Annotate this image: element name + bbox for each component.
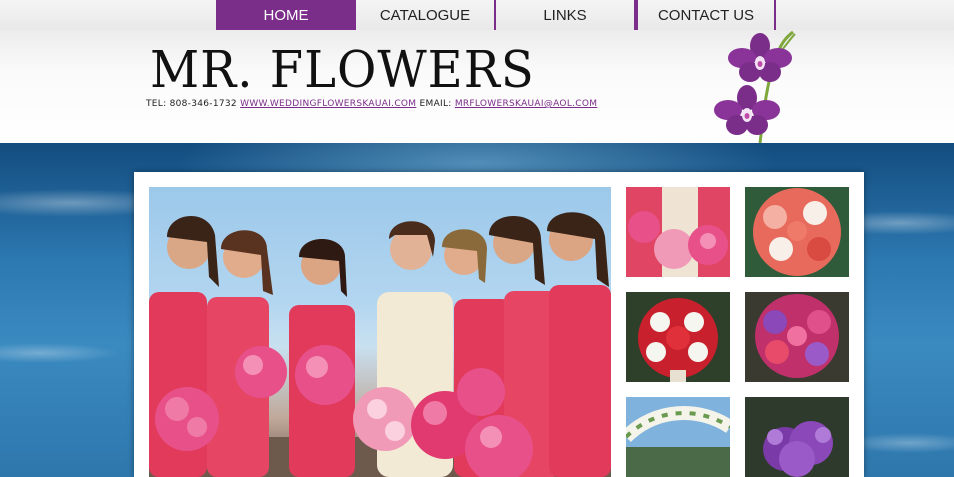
thumb-bridesmaid-bouquets[interactable] — [626, 187, 730, 277]
email-label: EMAIL: — [419, 99, 452, 109]
coral-lily-bouquet-image — [745, 187, 849, 277]
purple-pink-bouquet-image — [745, 292, 849, 382]
bridesmaid-bouquets-image — [626, 187, 730, 277]
thumb-purple-pink-bouquet[interactable] — [745, 292, 849, 382]
orchid-logo-icon — [714, 30, 796, 143]
website-link[interactable]: WWW.WEDDINGFLOWERSKAUAI.COM — [240, 99, 416, 109]
nav-contact-us[interactable]: CONTACT US — [636, 0, 776, 30]
bridal-party-photo[interactable] — [149, 187, 611, 477]
bridesmaid-6 — [547, 212, 611, 477]
thumb-red-white-bouquet[interactable] — [626, 292, 730, 382]
site-header: MR. FLOWERS TEL: 808-346-1732 WWW.WEDDIN… — [0, 30, 954, 143]
top-nav: HOME CATALOGUE LINKS CONTACT US — [0, 0, 954, 30]
bridal-party-illustration — [149, 212, 611, 477]
thumb-coral-lily-bouquet[interactable] — [745, 187, 849, 277]
nav-home[interactable]: HOME — [216, 0, 356, 30]
phone-text: TEL: 808-346-1732 — [146, 99, 237, 109]
thumb-purple-orchid[interactable] — [745, 397, 849, 477]
nav-catalogue[interactable]: CATALOGUE — [356, 0, 496, 30]
nav-links[interactable]: LINKS — [496, 0, 636, 30]
purple-orchid-image — [745, 397, 849, 477]
email-link[interactable]: MRFLOWERSKAUAI@AOL.COM — [455, 99, 598, 109]
thumb-orchid-arch[interactable] — [626, 397, 730, 477]
red-white-bouquet-image — [626, 292, 730, 382]
gallery-panel — [134, 172, 864, 477]
orchid-arch-image — [626, 397, 730, 477]
site-logo[interactable]: MR. FLOWERS — [150, 41, 535, 100]
contact-line: TEL: 808-346-1732 WWW.WEDDINGFLOWERSKAUA… — [146, 99, 597, 109]
